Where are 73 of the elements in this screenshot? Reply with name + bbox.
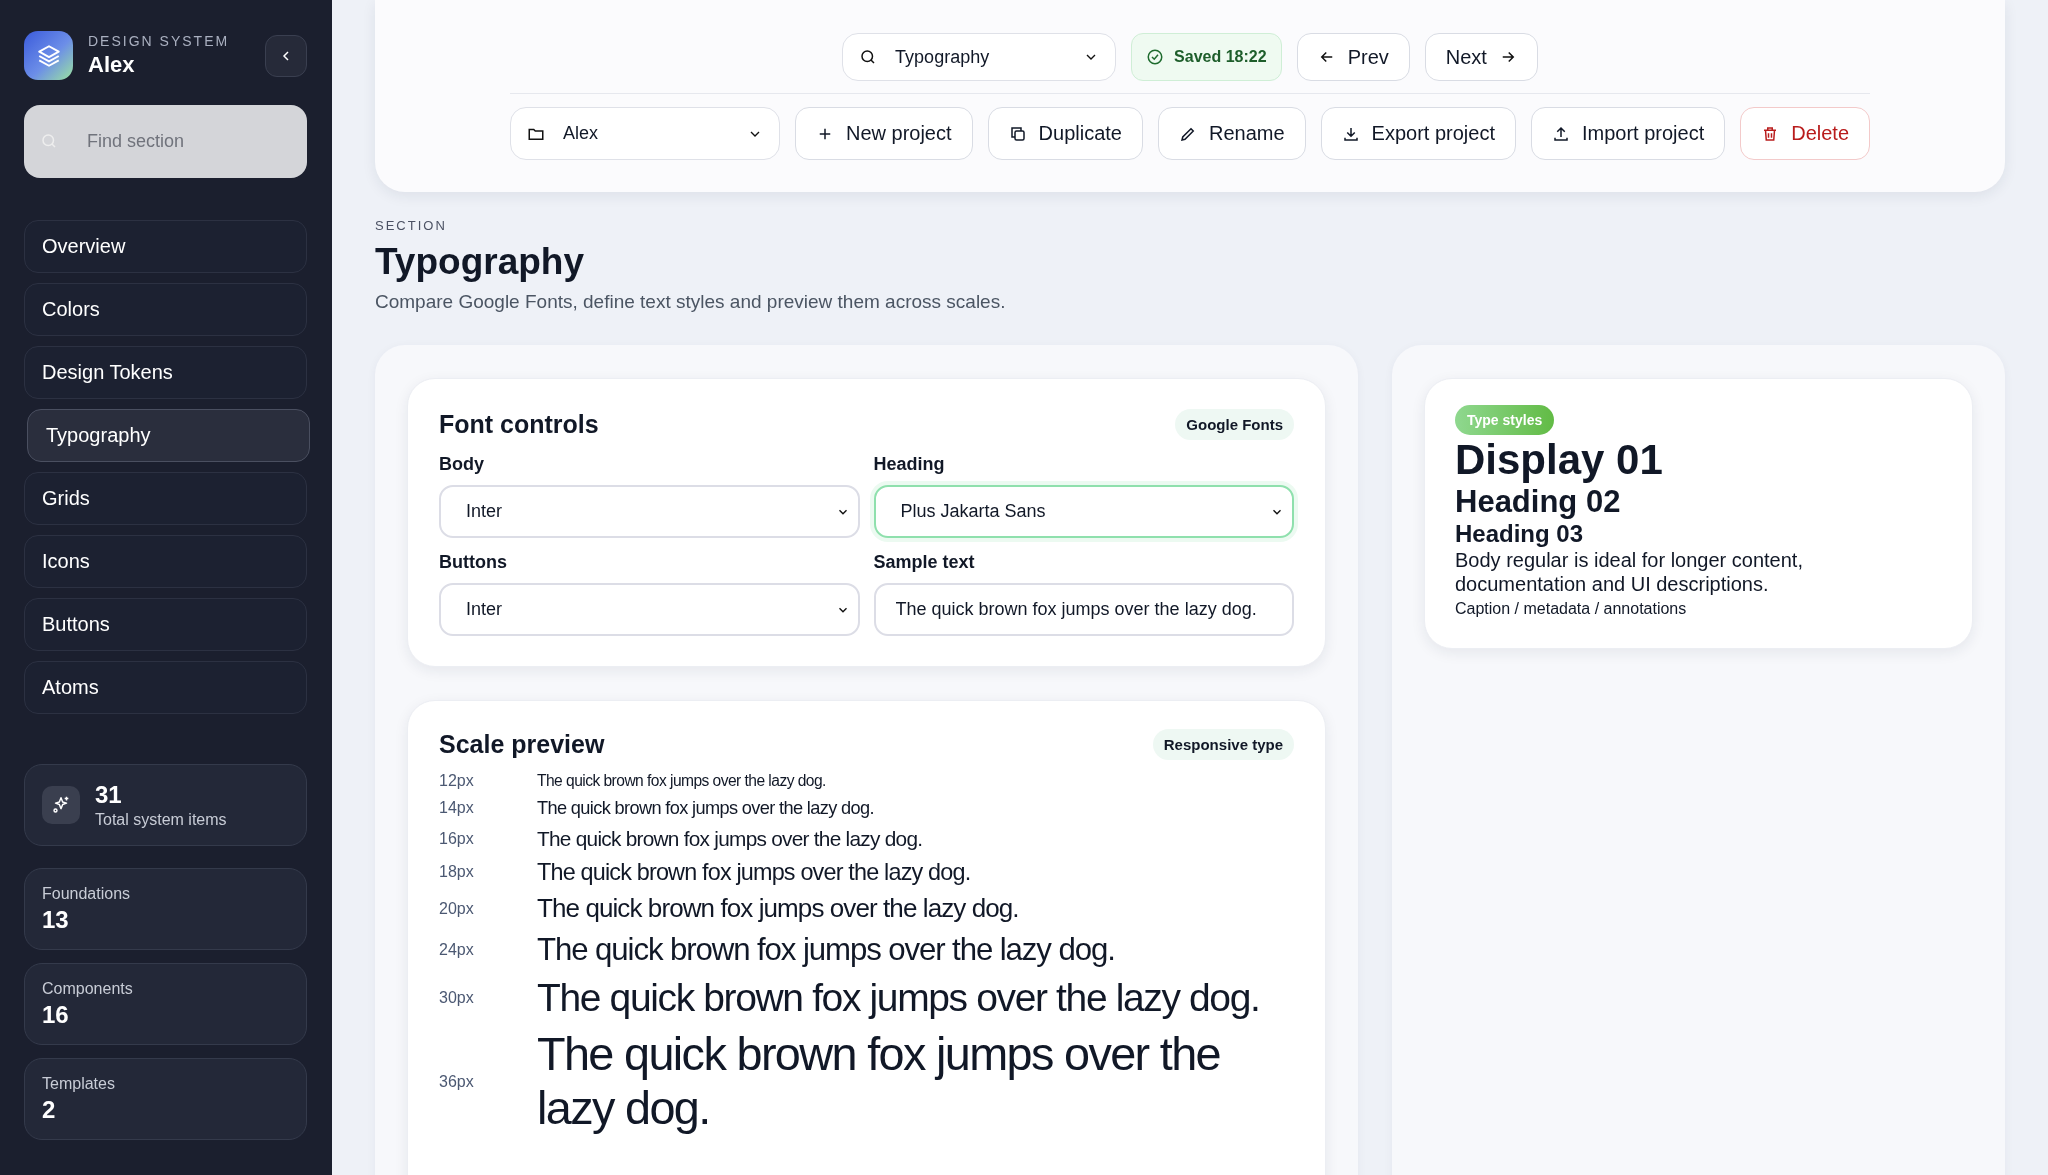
display-heading: Display 01 xyxy=(1455,437,1663,484)
upload-icon xyxy=(1551,124,1570,143)
collapse-button[interactable] xyxy=(265,34,307,77)
sample-text: The quick brown fox jumps over the lazy dog. xyxy=(537,826,924,851)
card-title: Scale preview xyxy=(439,730,605,759)
size-label: 14px xyxy=(439,799,475,818)
section-eyebrow: SECTION xyxy=(375,218,448,233)
search-field[interactable]: Find section xyxy=(24,105,307,178)
layers-logo-icon xyxy=(24,31,73,80)
nav-item[interactable]: Icons xyxy=(24,535,307,588)
nav-item[interactable]: Buttons xyxy=(24,598,307,651)
nav-item[interactable]: Grids xyxy=(24,472,307,525)
export-button[interactable]: Export project xyxy=(1320,107,1516,160)
size-label: 24px xyxy=(439,940,475,959)
size-label: 20px xyxy=(439,899,475,918)
nav-item[interactable]: Colors xyxy=(24,283,307,336)
font-select[interactable]: Inter xyxy=(439,583,860,636)
next-button[interactable]: Next xyxy=(1424,33,1538,81)
rename-button[interactable]: Rename xyxy=(1157,107,1306,160)
nav-item[interactable]: Design Tokens xyxy=(24,346,307,399)
stat-label: Templates xyxy=(42,1074,116,1093)
tag: Google Fonts xyxy=(1175,409,1294,440)
import-button[interactable]: Import project xyxy=(1530,107,1726,160)
field-label: Sample text xyxy=(873,552,976,573)
card-title: Font controls xyxy=(439,410,599,439)
subheading-text: Heading 03 xyxy=(1455,520,1584,548)
search-icon xyxy=(40,132,58,150)
total-label: Total system items xyxy=(95,811,227,829)
brand-name: Alex xyxy=(88,52,136,78)
body-text: Body regular is ideal for longer content, documentation and UI descriptions. xyxy=(1455,547,1804,596)
sample-text: The quick brown fox jumps over the lazy dog. xyxy=(537,893,1020,924)
delete-button[interactable]: Delete xyxy=(1740,107,1871,160)
duplicate-button[interactable]: Duplicate xyxy=(987,107,1143,160)
sample-text: The quick brown fox jumps over the lazy dog. xyxy=(537,858,972,886)
stat-label: Components xyxy=(42,979,134,998)
size-label: 12px xyxy=(439,772,475,790)
sample-text-field[interactable]: The quick brown fox jumps over the lazy dog. xyxy=(873,583,1294,636)
prev-button[interactable]: Prev xyxy=(1296,33,1410,81)
sample-text: The quick brown fox jumps over the lazy dog. xyxy=(537,772,827,790)
page-title: Typography xyxy=(375,241,585,283)
tag: Type styles xyxy=(1455,405,1555,435)
brand-label: DESIGN SYSTEM xyxy=(88,33,231,49)
font-select[interactable]: Inter xyxy=(439,485,860,538)
nav-item[interactable]: Atoms xyxy=(24,661,307,714)
sample-text: The quick brown fox jumps over the lazy dog. xyxy=(537,798,875,819)
nav-item[interactable]: Overview xyxy=(24,220,307,273)
sparkle-icon xyxy=(42,786,80,824)
project-select[interactable]: Alex xyxy=(509,107,780,160)
sample-text: The quick brown fox jumps over the lazy dog. xyxy=(537,1028,1221,1136)
nav-item[interactable]: Typography xyxy=(27,409,310,462)
size-label: 36px xyxy=(439,1073,475,1092)
size-label: 18px xyxy=(439,863,475,882)
total-count: 31 xyxy=(95,781,123,809)
field-label: Heading xyxy=(873,454,946,475)
saved-status: Saved 18:22 xyxy=(1131,33,1282,81)
stat-label: Foundations xyxy=(42,884,132,903)
copy-icon xyxy=(1008,124,1027,143)
size-label: 30px xyxy=(439,988,475,1007)
section-select[interactable]: Typography xyxy=(842,33,1117,81)
tag: Responsive type xyxy=(1152,729,1294,760)
heading-text: Heading 02 xyxy=(1455,483,1621,521)
sample-text: The quick brown fox jumps over the lazy dog. xyxy=(537,975,1261,1021)
stat-value: 2 xyxy=(42,1095,57,1124)
caption-text: Caption / metadata / annotations xyxy=(1455,599,1687,618)
field-label: Buttons xyxy=(439,552,508,573)
check-circle-icon xyxy=(1146,48,1165,66)
stat-value: 13 xyxy=(42,905,70,934)
page-subtitle: Compare Google Fonts, define text styles and preview them across scales. xyxy=(375,291,1007,313)
new-button[interactable]: New project xyxy=(794,107,973,160)
stat-value: 16 xyxy=(42,1000,70,1029)
size-label: 16px xyxy=(439,829,475,848)
sample-text: The quick brown fox jumps over the lazy dog. xyxy=(537,931,1116,968)
field-label: Body xyxy=(439,454,485,475)
